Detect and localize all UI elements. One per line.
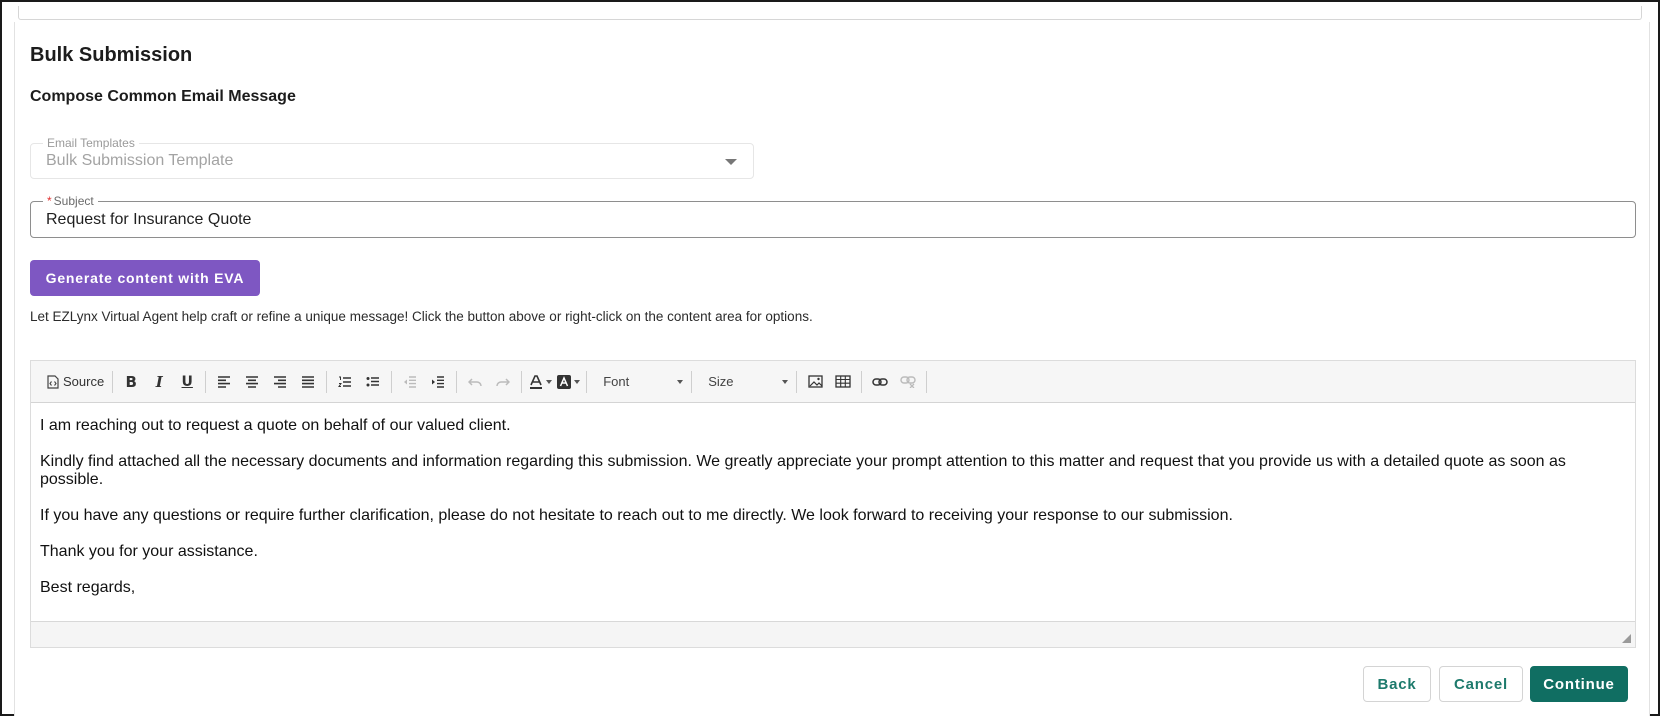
body-paragraph: If you have any questions or require fur… — [40, 507, 1233, 524]
cancel-button[interactable]: Cancel — [1439, 666, 1523, 702]
font-select-label: Font — [603, 374, 630, 389]
toolbar-separator — [112, 370, 114, 393]
toolbar-separator — [586, 370, 588, 393]
size-select[interactable]: Size — [696, 369, 792, 395]
toolbar-separator — [326, 370, 328, 393]
generate-eva-button[interactable]: Generate content with EVA — [30, 260, 260, 296]
toolbar-separator — [861, 370, 863, 393]
body-paragraph: Best regards, — [40, 579, 136, 596]
continue-button[interactable]: Continue — [1530, 666, 1628, 702]
text-color-icon[interactable] — [526, 368, 554, 396]
subject-field[interactable]: * Subject Request for Insurance Quote — [30, 194, 1636, 238]
image-icon[interactable] — [801, 368, 829, 396]
window-frame: Bulk Submission Compose Common Email Mes… — [0, 0, 1660, 716]
editor-toolbar: Source B I U Font Size — [31, 361, 1635, 403]
source-icon — [47, 374, 59, 389]
toolbar-separator — [205, 370, 207, 393]
italic-icon[interactable]: I — [145, 368, 173, 396]
underline-icon[interactable]: U — [173, 368, 201, 396]
editor-statusbar — [31, 621, 1635, 647]
bold-icon[interactable]: B — [117, 368, 145, 396]
link-icon[interactable] — [866, 368, 894, 396]
back-button[interactable]: Back — [1363, 666, 1431, 702]
align-right-icon[interactable] — [266, 368, 294, 396]
body-paragraph: I am reaching out to request a quote on … — [40, 417, 511, 434]
toolbar-separator — [926, 370, 928, 393]
toolbar-separator — [521, 370, 523, 393]
increase-indent-icon[interactable] — [424, 368, 452, 396]
subject-label: * Subject — [43, 194, 98, 208]
unlink-icon[interactable] — [894, 368, 922, 396]
justify-icon[interactable] — [294, 368, 322, 396]
email-templates-select[interactable]: Email Templates Bulk Submission Template — [30, 136, 754, 179]
top-divider — [18, 6, 1642, 20]
page-title: Bulk Submission — [30, 44, 193, 66]
chevron-down-icon — [782, 379, 789, 384]
section-subtitle: Compose Common Email Message — [30, 88, 296, 105]
editor-content-area[interactable]: I am reaching out to request a quote on … — [31, 403, 1635, 621]
rich-text-editor: Source B I U Font Size I am reaching out… — [30, 360, 1636, 648]
toolbar-separator — [796, 370, 798, 393]
toolbar-separator — [391, 370, 393, 393]
align-center-icon[interactable] — [238, 368, 266, 396]
eva-helper-text: Let EZLynx Virtual Agent help craft or r… — [30, 309, 813, 324]
numbered-list-icon[interactable] — [331, 368, 359, 396]
font-select[interactable]: Font — [591, 369, 687, 395]
subject-input[interactable]: Request for Insurance Quote — [46, 211, 251, 229]
source-label: Source — [63, 374, 105, 389]
decrease-indent-icon[interactable] — [396, 368, 424, 396]
body-paragraph: Thank you for your assistance. — [40, 543, 258, 560]
size-select-label: Size — [708, 374, 734, 389]
toolbar-separator — [456, 370, 458, 393]
undo-icon[interactable] — [461, 368, 489, 396]
source-button[interactable]: Source — [43, 368, 108, 396]
background-color-icon[interactable] — [554, 368, 582, 396]
bulleted-list-icon[interactable] — [359, 368, 387, 396]
email-templates-value: Bulk Submission Template — [46, 152, 234, 169]
align-left-icon[interactable] — [210, 368, 238, 396]
subject-label-text: Subject — [53, 194, 94, 208]
required-asterisk: * — [47, 194, 52, 208]
toolbar-separator — [691, 370, 693, 393]
dropdown-caret-icon[interactable] — [725, 159, 737, 165]
resize-grip-icon[interactable] — [1622, 634, 1631, 643]
table-icon[interactable] — [829, 368, 857, 396]
email-templates-label: Email Templates — [43, 136, 139, 150]
chevron-down-icon — [677, 379, 684, 384]
redo-icon[interactable] — [489, 368, 517, 396]
body-paragraph: Kindly find attached all the necessary d… — [40, 453, 1566, 488]
